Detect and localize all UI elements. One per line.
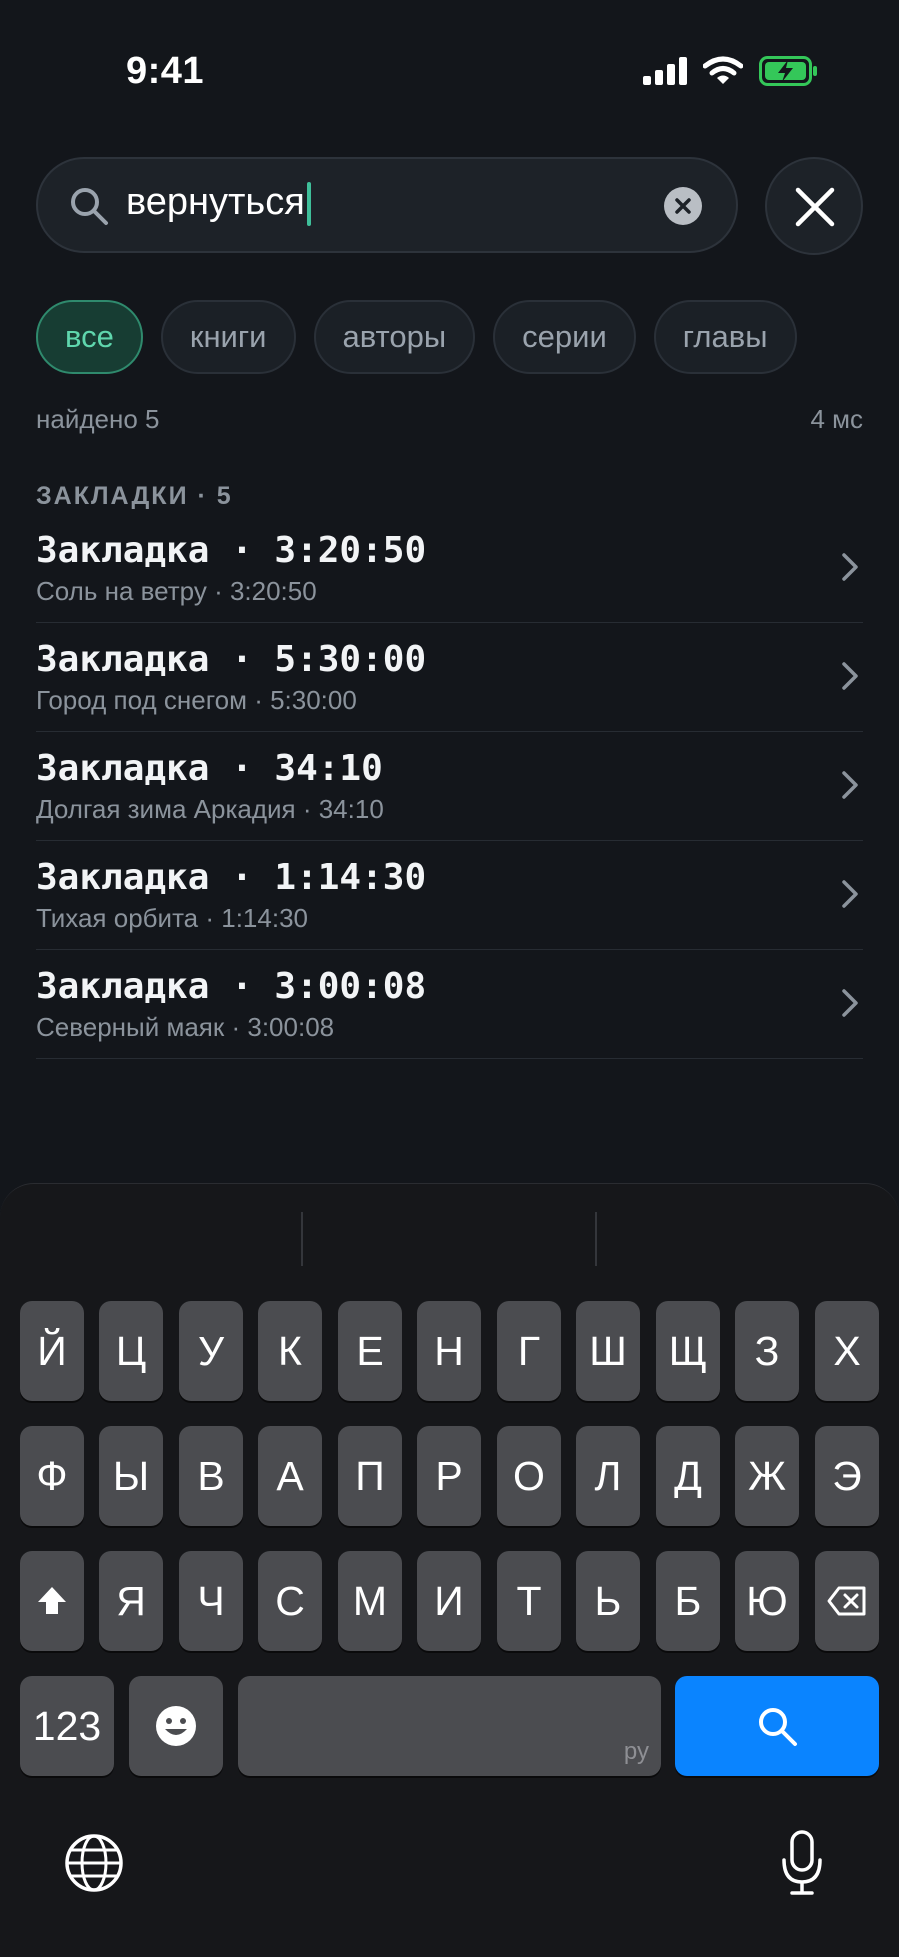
key[interactable]: А bbox=[258, 1426, 322, 1526]
backspace-key[interactable] bbox=[815, 1551, 879, 1651]
search-query: вернуться bbox=[126, 181, 305, 223]
clear-search-icon[interactable] bbox=[664, 187, 702, 225]
filter-chip-all[interactable]: все bbox=[36, 300, 143, 374]
key[interactable]: Ы bbox=[99, 1426, 163, 1526]
wifi-icon bbox=[703, 56, 743, 84]
suggestion-divider bbox=[595, 1212, 597, 1266]
search-icon bbox=[71, 188, 108, 225]
filter-chip-authors[interactable]: авторы bbox=[313, 300, 476, 374]
key[interactable]: Б bbox=[656, 1551, 720, 1651]
key[interactable]: Т bbox=[497, 1551, 561, 1651]
search-key[interactable] bbox=[675, 1676, 879, 1776]
key[interactable]: Е bbox=[338, 1301, 402, 1401]
list-item-subtitle: Долгая зима Аркадия · 34:10 bbox=[36, 794, 384, 824]
clear-x-icon bbox=[675, 198, 691, 214]
shift-key[interactable] bbox=[20, 1551, 84, 1651]
list-item-subtitle: Северный маяк · 3:00:08 bbox=[36, 1012, 335, 1042]
search-duration: 4 мс bbox=[810, 404, 863, 434]
emoji-icon bbox=[156, 1706, 196, 1746]
chevron-right-icon bbox=[842, 880, 858, 908]
key[interactable]: Х bbox=[815, 1301, 879, 1401]
key[interactable]: Г bbox=[497, 1301, 561, 1401]
filter-chip-chapters[interactable]: главы bbox=[653, 300, 797, 374]
chevron-right-icon bbox=[842, 771, 858, 799]
filter-chips: все книги авторы серии главы bbox=[36, 300, 797, 374]
key[interactable]: Ф bbox=[20, 1426, 84, 1526]
status-icons bbox=[643, 56, 819, 86]
key[interactable]: С bbox=[258, 1551, 322, 1651]
key[interactable]: Э bbox=[815, 1426, 879, 1526]
battery-charging-icon bbox=[759, 56, 817, 86]
key[interactable]: Ш bbox=[576, 1301, 640, 1401]
list-item-title: Закладка · 3:20:50 bbox=[36, 530, 427, 571]
space-language-label: ру bbox=[623, 1738, 649, 1765]
list-item[interactable]: Закладка · 34:10 Долгая зима Аркадия · 3… bbox=[36, 732, 863, 841]
key[interactable]: В bbox=[179, 1426, 243, 1526]
key[interactable]: У bbox=[179, 1301, 243, 1401]
chevron-right-icon bbox=[842, 662, 858, 690]
chevron-right-icon bbox=[842, 989, 858, 1017]
key[interactable]: Ю bbox=[735, 1551, 799, 1651]
key[interactable]: Л bbox=[576, 1426, 640, 1526]
list-item-title: Закладка · 1:14:30 bbox=[36, 857, 427, 898]
list-item-title: Закладка · 3:00:08 bbox=[36, 966, 427, 1007]
chevron-right-icon bbox=[842, 553, 858, 581]
key[interactable]: Ж bbox=[735, 1426, 799, 1526]
search-input[interactable]: вернуться bbox=[36, 157, 738, 253]
results-count: найдено 5 bbox=[36, 404, 160, 434]
list-item-subtitle: Город под снегом · 5:30:00 bbox=[36, 685, 357, 715]
key[interactable]: П bbox=[338, 1426, 402, 1526]
key[interactable]: К bbox=[258, 1301, 322, 1401]
key[interactable]: З bbox=[735, 1301, 799, 1401]
key[interactable]: Ц bbox=[99, 1301, 163, 1401]
filter-chip-books[interactable]: книги bbox=[160, 300, 296, 374]
numbers-key[interactable]: 123 bbox=[20, 1676, 114, 1776]
list-item[interactable]: Закладка · 1:14:30 Тихая орбита · 1:14:3… bbox=[36, 841, 863, 950]
key[interactable]: Я bbox=[99, 1551, 163, 1651]
key[interactable]: Ч bbox=[179, 1551, 243, 1651]
key[interactable]: Н bbox=[417, 1301, 481, 1401]
list-item[interactable]: Закладка · 3:00:08 Северный маяк · 3:00:… bbox=[36, 950, 863, 1059]
filter-chip-series[interactable]: серии bbox=[493, 300, 636, 374]
key[interactable]: Д bbox=[656, 1426, 720, 1526]
keyboard: Й Ц У К Е Н Г Ш Щ З Х Ф Ы В А П Р О Л Д … bbox=[0, 1183, 899, 1957]
key[interactable]: Р bbox=[417, 1426, 481, 1526]
list-item[interactable]: Закладка · 3:20:50 Соль на ветру · 3:20:… bbox=[36, 514, 863, 623]
shift-icon bbox=[38, 1587, 66, 1614]
key[interactable]: М bbox=[338, 1551, 402, 1651]
results-list: Закладка · 3:20:50 Соль на ветру · 3:20:… bbox=[36, 514, 863, 1059]
suggestion-divider bbox=[301, 1212, 303, 1266]
list-item-subtitle: Тихая орбита · 1:14:30 bbox=[36, 903, 308, 933]
search-icon bbox=[759, 1708, 797, 1746]
text-caret bbox=[306, 181, 311, 226]
list-item-title: Закладка · 5:30:00 bbox=[36, 639, 427, 680]
cellular-signal-icon bbox=[643, 57, 687, 85]
key[interactable]: Й bbox=[20, 1301, 84, 1401]
status-time: 9:41 bbox=[126, 50, 205, 92]
space-key[interactable]: ру bbox=[238, 1676, 661, 1776]
status-bar: 9:41 bbox=[0, 0, 899, 150]
close-icon bbox=[795, 187, 835, 227]
emoji-key[interactable] bbox=[129, 1676, 223, 1776]
list-item-title: Закладка · 34:10 bbox=[36, 748, 383, 789]
key[interactable]: Ь bbox=[576, 1551, 640, 1651]
key[interactable]: И bbox=[417, 1551, 481, 1651]
section-header-bookmarks: ЗАКЛАДКИ · 5 bbox=[36, 482, 233, 510]
key[interactable]: О bbox=[497, 1426, 561, 1526]
backspace-icon bbox=[827, 1586, 866, 1616]
list-item-subtitle: Соль на ветру · 3:20:50 bbox=[36, 576, 317, 606]
search-query-text[interactable]: вернуться bbox=[126, 181, 311, 226]
close-search-button[interactable] bbox=[765, 157, 863, 255]
key[interactable]: Щ bbox=[656, 1301, 720, 1401]
microphone-icon[interactable] bbox=[780, 1830, 824, 1896]
list-item[interactable]: Закладка · 5:30:00 Город под снегом · 5:… bbox=[36, 623, 863, 732]
globe-icon[interactable] bbox=[64, 1833, 124, 1893]
